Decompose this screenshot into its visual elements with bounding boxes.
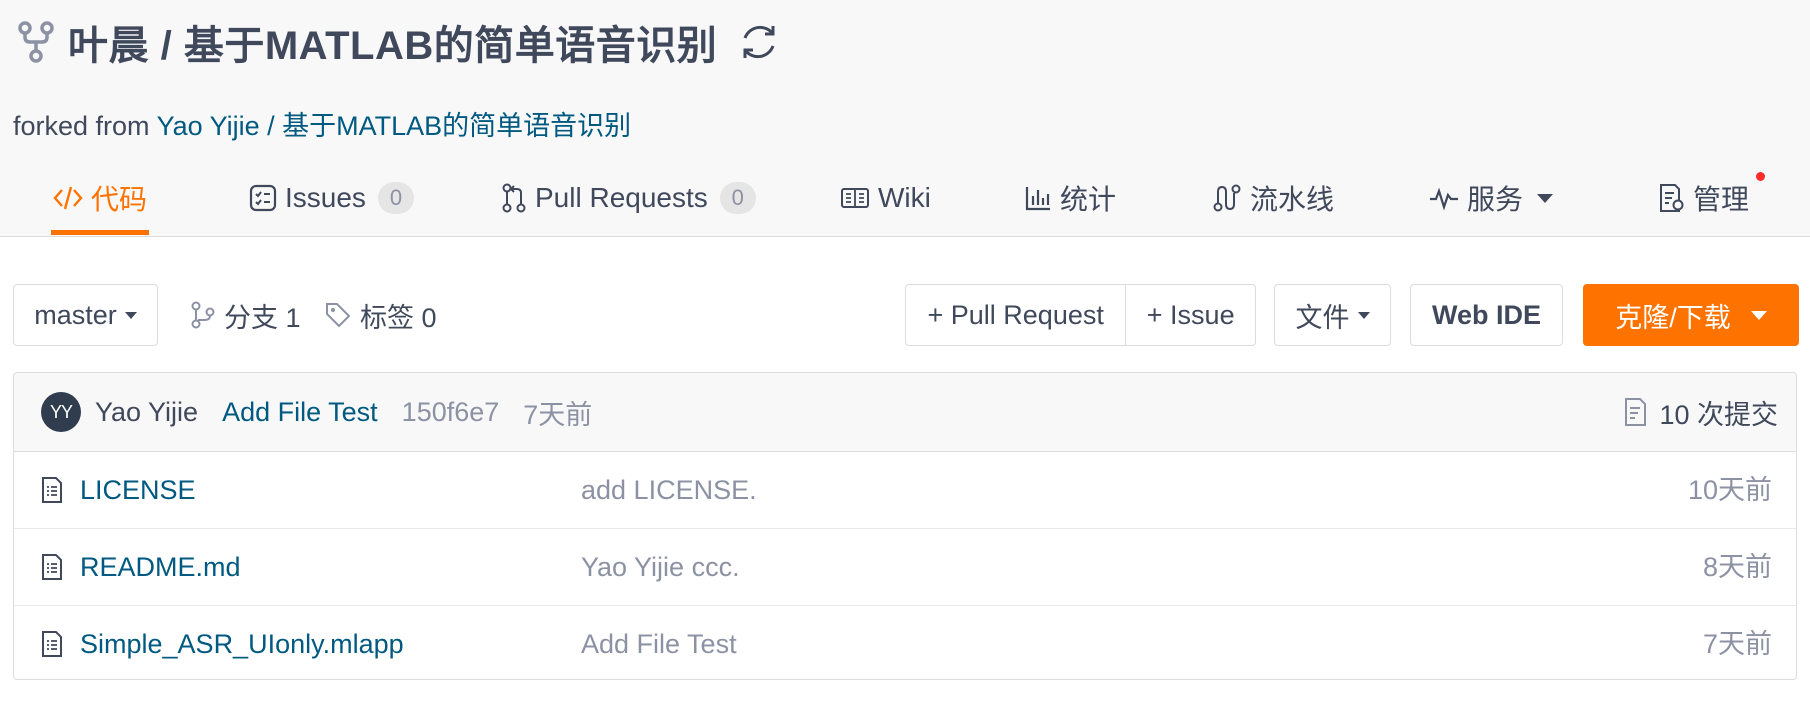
file-time: 8天前: [1702, 552, 1772, 582]
chevron-down-icon: [1537, 193, 1554, 203]
file-menu-button[interactable]: 文件: [1274, 284, 1391, 346]
file-list: YY Yao Yijie Add File Test 150f6e7 7天前 1…: [13, 372, 1797, 680]
branch-select[interactable]: master: [13, 284, 158, 346]
file-row[interactable]: LICENSE add LICENSE. 10天前: [14, 452, 1796, 529]
tab-pipeline-label: 流水线: [1250, 184, 1335, 215]
chevron-down-icon: [124, 311, 137, 319]
latest-commit: YY Yao Yijie Add File Test 150f6e7 7天前 1…: [14, 373, 1796, 452]
tab-issues[interactable]: Issues 0: [249, 162, 414, 234]
tab-wiki[interactable]: Wiki: [840, 162, 931, 234]
file-commit-message[interactable]: add LICENSE.: [581, 452, 757, 528]
chevron-down-icon: [1357, 311, 1370, 319]
file-time: 10天前: [1687, 475, 1772, 505]
file-commit-message[interactable]: Yao Yijie ccc.: [581, 529, 740, 605]
pull-request-icon: [502, 183, 526, 213]
file-menu-label: 文件: [1295, 302, 1350, 333]
manage-icon: [1660, 184, 1684, 212]
fork-icon: [18, 21, 54, 63]
tab-issues-label: Issues: [285, 182, 366, 213]
forked-repo-link[interactable]: 基于MATLAB的简单语音识别: [282, 111, 631, 141]
repo-header: 叶晨 / 基于MATLAB的简单语音识别 forked from Yao Yij…: [0, 0, 1810, 237]
tab-stats-label: 统计: [1060, 184, 1117, 215]
file-time: 7天前: [1702, 629, 1772, 659]
clone-download-label: 克隆/下载: [1615, 302, 1731, 333]
code-icon: [53, 186, 83, 210]
web-ide-button[interactable]: Web IDE: [1410, 284, 1563, 346]
tab-pipeline[interactable]: 流水线: [1212, 162, 1334, 234]
forked-owner-link[interactable]: Yao Yijie: [157, 111, 260, 141]
pipeline-icon: [1213, 184, 1241, 212]
avatar[interactable]: YY: [41, 392, 81, 432]
tab-service-label: 服务: [1467, 184, 1524, 215]
commit-history-icon: [1625, 398, 1647, 426]
sync-icon[interactable]: [735, 18, 783, 66]
branch-select-label: master: [34, 299, 117, 330]
file-icon: [42, 631, 62, 657]
forked-separator: /: [259, 111, 283, 141]
file-commit-message[interactable]: Add File Test: [581, 606, 737, 679]
commit-sha[interactable]: 150f6e7: [402, 397, 500, 428]
tag-icon: [326, 303, 351, 328]
branch-icon: [191, 301, 215, 329]
tab-wiki-label: Wiki: [878, 182, 931, 213]
stats-icon: [1025, 187, 1050, 211]
tab-pull-requests-label: Pull Requests: [535, 182, 708, 213]
notification-dot: [1756, 172, 1766, 181]
commit-time: 7天前: [523, 399, 593, 430]
file-icon: [42, 477, 62, 503]
commit-author[interactable]: Yao Yijie: [95, 397, 198, 428]
new-issue-button[interactable]: + Issue: [1125, 285, 1255, 345]
repo-title[interactable]: 叶晨 / 基于MATLAB的简单语音识别: [68, 13, 717, 71]
commits-count-link[interactable]: 10 次提交: [1623, 373, 1778, 451]
tags-link[interactable]: 标签 0: [324, 284, 437, 346]
file-row[interactable]: Simple_ASR_UIonly.mlapp Add File Test 7天…: [14, 606, 1796, 679]
file-name[interactable]: Simple_ASR_UIonly.mlapp: [80, 606, 404, 679]
file-name[interactable]: README.md: [80, 529, 241, 605]
clone-download-button[interactable]: 克隆/下载: [1583, 284, 1799, 346]
service-icon: [1430, 187, 1458, 211]
wiki-icon: [841, 188, 869, 208]
tab-manage[interactable]: 管理: [1657, 162, 1766, 234]
new-pull-request-button[interactable]: + Pull Request: [906, 285, 1125, 345]
tab-pull-requests[interactable]: Pull Requests 0: [501, 162, 756, 234]
tab-manage-label: 管理: [1693, 184, 1750, 215]
file-row[interactable]: README.md Yao Yijie ccc. 8天前: [14, 529, 1796, 606]
commit-message[interactable]: Add File Test: [222, 397, 378, 428]
tags-label: 标签 0: [360, 302, 437, 333]
tab-service[interactable]: 服务: [1429, 162, 1554, 234]
tab-stats[interactable]: 统计: [1024, 162, 1116, 234]
forked-from: forked from Yao Yijie / 基于MATLAB的简单语音识别: [13, 104, 631, 143]
branches-label: 分支 1: [224, 302, 301, 333]
tab-code-label: 代码: [91, 184, 148, 215]
file-icon: [42, 554, 62, 580]
repo-tabs: 代码 Issues 0 Pull Requests 0 Wiki 统计 流水线 …: [13, 162, 1810, 235]
chevron-down-icon: [1750, 310, 1767, 320]
create-button-group: + Pull Request + Issue: [905, 284, 1256, 346]
issues-icon: [249, 184, 277, 212]
tab-code[interactable]: 代码: [50, 162, 150, 235]
file-name[interactable]: LICENSE: [80, 452, 196, 528]
pull-requests-count-badge: 0: [719, 182, 756, 214]
repo-title-row: 叶晨 / 基于MATLAB的简单语音识别: [16, 14, 783, 70]
forked-prefix: forked from: [13, 111, 157, 141]
commits-count-label: 10 次提交: [1659, 399, 1778, 430]
repo-toolbar: master 分支 1 标签 0 + Pull Request + Issue …: [0, 284, 1810, 348]
branches-link[interactable]: 分支 1: [190, 284, 301, 346]
issues-count-badge: 0: [377, 182, 414, 214]
